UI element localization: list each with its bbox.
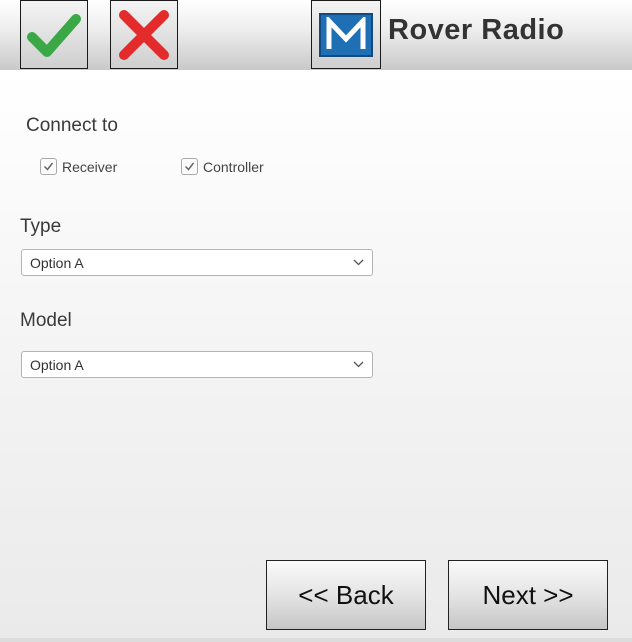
next-button[interactable]: Next >>	[448, 560, 608, 630]
model-selected-value: Option A	[30, 356, 84, 373]
chevron-down-icon	[353, 361, 364, 368]
receiver-label: Receiver	[62, 158, 118, 175]
cancel-button[interactable]	[110, 0, 178, 69]
close-icon	[119, 9, 169, 60]
checkmark-icon	[43, 162, 54, 171]
checkbox-box	[181, 158, 198, 175]
receiver-checkbox[interactable]: Receiver	[40, 158, 117, 175]
type-selected-value: Option A	[30, 254, 84, 271]
main-panel: Connect to Receiver Controller Type Opti…	[0, 70, 632, 642]
checkbox-box	[40, 158, 57, 175]
check-icon	[27, 13, 81, 57]
controller-checkbox[interactable]: Controller	[181, 158, 264, 175]
model-label: Model	[20, 310, 72, 331]
bottom-edge	[0, 638, 632, 642]
type-select[interactable]: Option A	[21, 249, 373, 276]
top-toolbar: Rover Radio	[0, 0, 632, 70]
logo-icon	[319, 12, 373, 57]
chevron-down-icon	[353, 259, 364, 266]
confirm-button[interactable]	[20, 0, 88, 69]
connect-to-label: Connect to	[26, 115, 118, 136]
controller-label: Controller	[203, 158, 264, 175]
type-label: Type	[20, 216, 62, 237]
app-logo-button[interactable]	[311, 0, 381, 69]
model-select[interactable]: Option A	[21, 351, 373, 378]
app-title: Rover Radio	[388, 14, 565, 46]
checkmark-icon	[184, 162, 195, 171]
back-button[interactable]: << Back	[266, 560, 426, 630]
